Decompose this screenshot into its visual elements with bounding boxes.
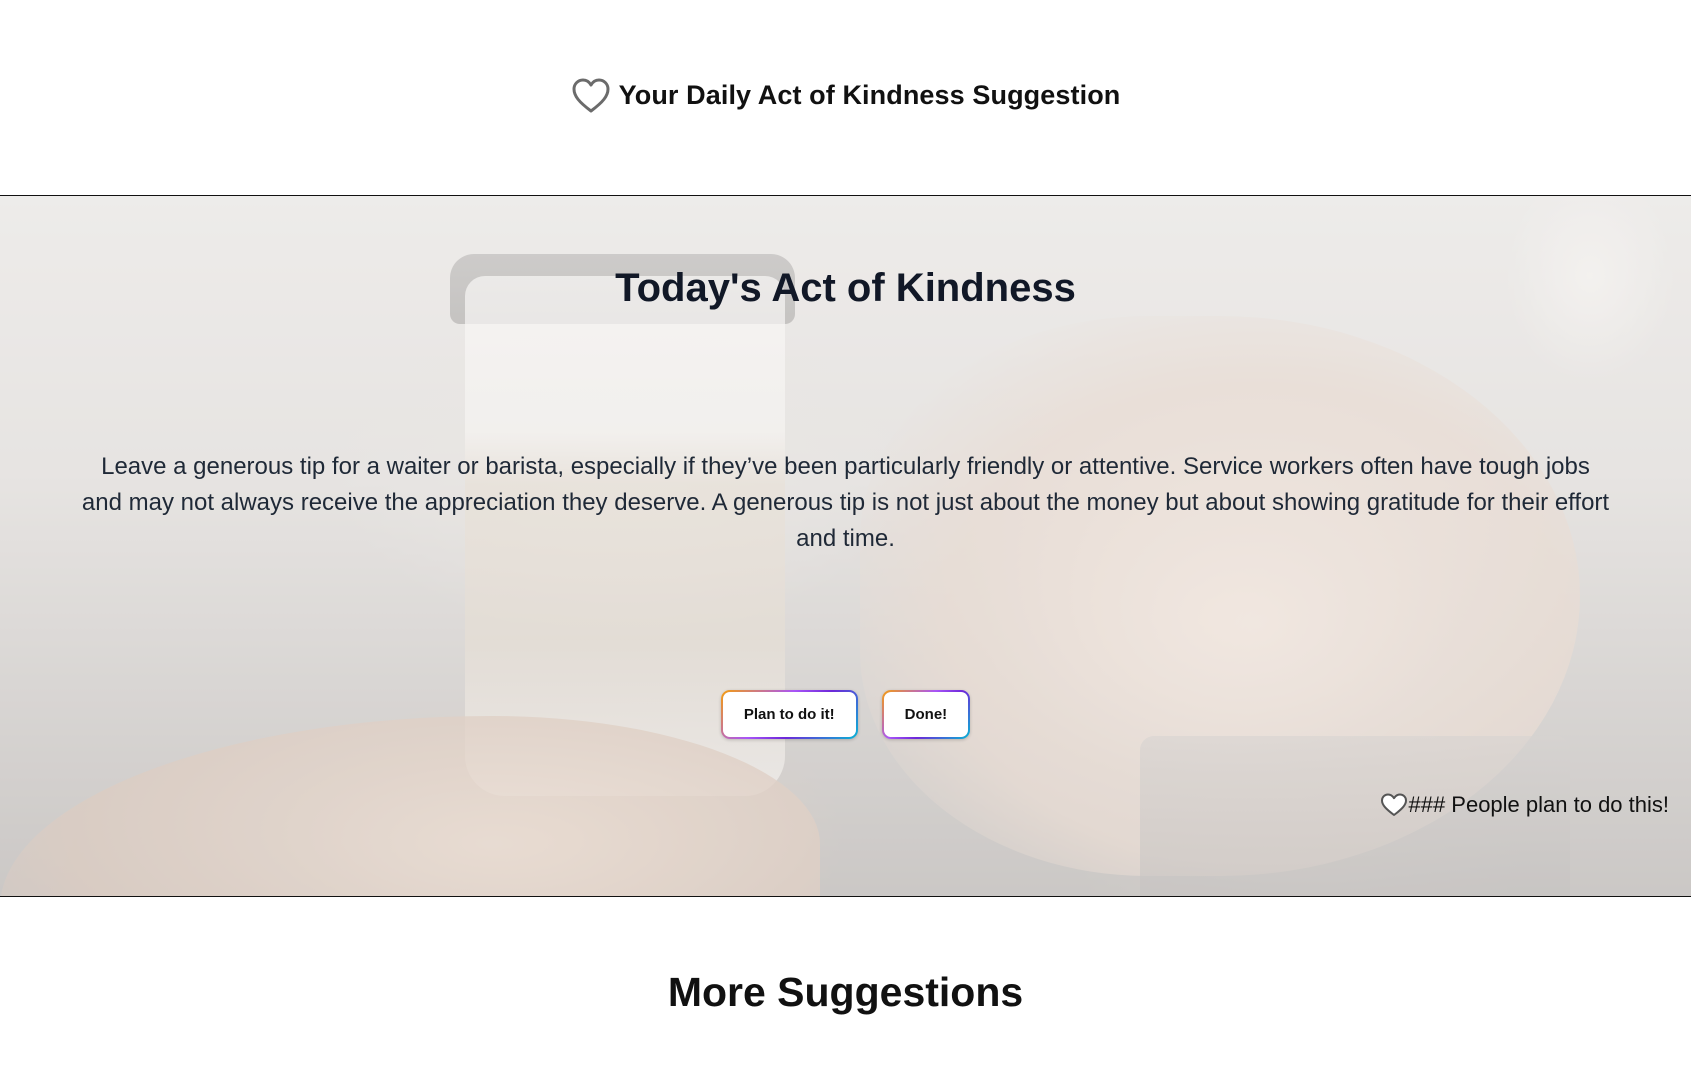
people-count: ### People plan to do this!: [1380, 792, 1669, 818]
more-suggestions-heading: More Suggestions: [667, 969, 1024, 1015]
people-count-text: ### People plan to do this!: [1408, 792, 1669, 817]
plan-to-do-it-button[interactable]: Plan to do it!: [720, 690, 858, 739]
done-button-label: Done!: [883, 692, 969, 737]
kindness-suggestion-text: Leave a generous tip for a waiter or bar…: [81, 453, 1610, 552]
hero-heading: Today's Act of Kindness: [615, 266, 1076, 310]
more-suggestions-section: More Suggestions: [0, 897, 1691, 1016]
hero-actions: Plan to do it! Done!: [0, 690, 1691, 739]
plan-to-do-it-button-label: Plan to do it!: [722, 692, 856, 737]
heart-outline-icon: [571, 77, 611, 115]
site-header: Your Daily Act of Kindness Suggestion: [0, 0, 1691, 195]
hero-section: Today's Act of Kindness Leave a generous…: [0, 195, 1691, 897]
done-button[interactable]: Done!: [881, 690, 971, 739]
hero-content: Today's Act of Kindness Leave a generous…: [0, 196, 1691, 896]
page-title: Your Daily Act of Kindness Suggestion: [618, 80, 1121, 110]
heart-outline-icon: [1381, 793, 1408, 816]
